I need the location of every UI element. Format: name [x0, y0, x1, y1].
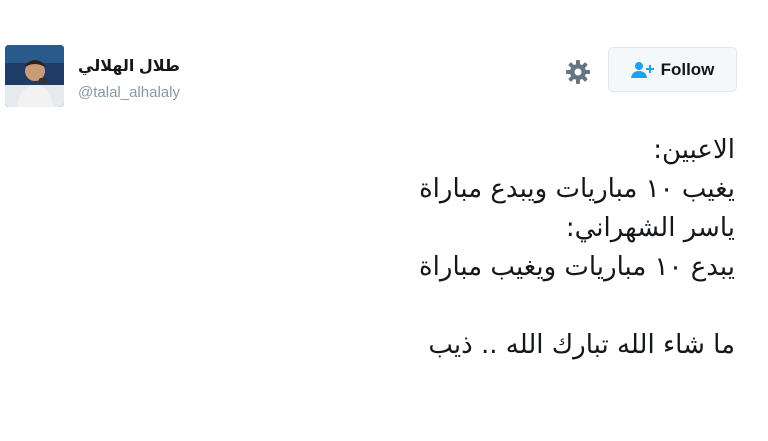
tweet-text: الاعبين: يغيب ١٠ مباريات ويبدع مباراة يا… [35, 131, 735, 365]
tweet-line: الاعبين: [653, 135, 735, 165]
gear-icon[interactable] [565, 59, 591, 85]
display-name[interactable]: طلال الهلالي [78, 58, 180, 76]
tweet-line: يبدع ١٠ مباريات ويغيب مباراة [419, 252, 735, 282]
author-block: طلال الهلالي @talal_alhalaly [78, 58, 180, 102]
tweet-line: يغيب ١٠ مباريات ويبدع مباراة [419, 174, 735, 204]
user-handle[interactable]: @talal_alhalaly [78, 84, 180, 102]
person-add-icon [630, 61, 655, 79]
tweet-line: ياسر الشهراني: [565, 213, 735, 243]
user-avatar-photo [5, 45, 64, 107]
tweet-line: ما شاء الله تبارك الله .. ذيب [428, 330, 735, 360]
avatar[interactable] [5, 45, 64, 107]
follow-label: Follow [660, 59, 715, 79]
follow-button[interactable]: Follow [608, 47, 737, 92]
tweet-header: طلال الهلالي @talal_alhalaly Follow [0, 0, 768, 120]
